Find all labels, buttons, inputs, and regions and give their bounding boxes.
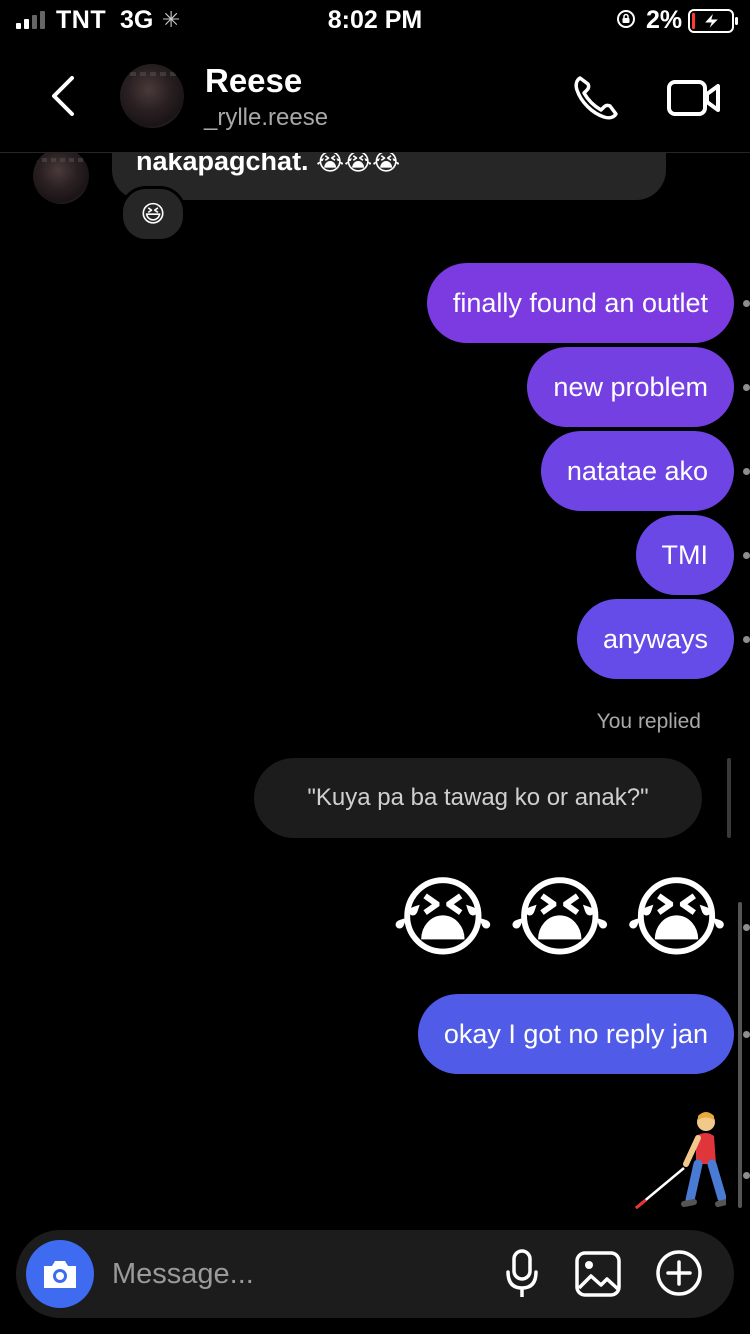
back-icon[interactable]: [44, 74, 84, 118]
status-bar: TNT 3G ✳ 8:02 PM 2%: [0, 0, 750, 44]
sent-message-text: anyways: [602, 623, 708, 654]
battery-percentage: 2%: [646, 6, 683, 34]
emoji-message[interactable]: 😭 😭 😭: [392, 868, 728, 968]
sent-message-bubble[interactable]: finally found an outlet: [426, 263, 734, 343]
quoted-reply[interactable]: "Kuya pa ba tawag ko or anak?": [254, 758, 702, 838]
person-with-cane-sticker[interactable]: [632, 1108, 726, 1212]
reply-indicator-bar: [727, 758, 731, 838]
clock: 8:02 PM: [327, 6, 423, 34]
message-status-dot: [743, 552, 750, 559]
sent-message-bubble[interactable]: natatae ako: [540, 431, 734, 511]
phone-icon[interactable]: [570, 72, 622, 124]
orientation-lock-icon: [617, 10, 635, 28]
crying-emoji: 😭: [508, 868, 612, 967]
scrollbar[interactable]: [738, 902, 742, 1208]
contact-avatar[interactable]: [120, 64, 184, 128]
sent-message-bubble[interactable]: new problem: [527, 347, 734, 427]
message-input[interactable]: [112, 1254, 482, 1294]
camera-icon: [44, 1261, 76, 1288]
message-status-dot: [743, 1172, 750, 1179]
message-status-dot: [743, 300, 750, 307]
sent-message-text: okay I got no reply jan: [443, 1018, 708, 1049]
crying-emoji-text: 😭😭😭: [316, 152, 401, 176]
reply-label: You replied: [596, 710, 701, 733]
contact-handle[interactable]: _rylle.reese: [204, 104, 328, 132]
crying-emoji: 😭: [625, 868, 728, 967]
crying-emoji: 😭: [391, 868, 495, 967]
battery-charging-icon: [688, 9, 738, 33]
message-status-dot: [743, 924, 750, 931]
incoming-message-text: nakapagchat. 😭😭😭: [136, 152, 400, 177]
chat-header: Reese _rylle.reese: [0, 44, 750, 153]
video-icon[interactable]: [666, 74, 722, 122]
sender-avatar[interactable]: [33, 152, 89, 204]
message-thread[interactable]: nakapagchat. 😭😭😭 😆 finally found an outl…: [0, 152, 750, 1226]
message-status-dot: [743, 384, 750, 391]
sent-message-text: TMI: [661, 539, 709, 570]
message-reaction[interactable]: 😆: [120, 186, 186, 242]
microphone-icon[interactable]: [502, 1248, 542, 1300]
message-status-dot: [743, 1031, 750, 1038]
sent-message-text: finally found an outlet: [452, 287, 708, 318]
sent-message-bubble[interactable]: TMI: [635, 515, 734, 595]
message-status-dot: [743, 636, 750, 643]
sent-message-bubble[interactable]: okay I got no reply jan: [417, 994, 734, 1074]
sent-message-text: new problem: [553, 371, 708, 402]
add-icon[interactable]: [654, 1248, 704, 1298]
message-status-dot: [743, 468, 750, 475]
gallery-icon[interactable]: [574, 1250, 622, 1298]
sent-message-text: natatae ako: [566, 455, 708, 486]
sent-message-bubble[interactable]: anyways: [576, 599, 734, 679]
contact-name[interactable]: Reese: [205, 62, 302, 100]
camera-button[interactable]: [26, 1240, 94, 1308]
